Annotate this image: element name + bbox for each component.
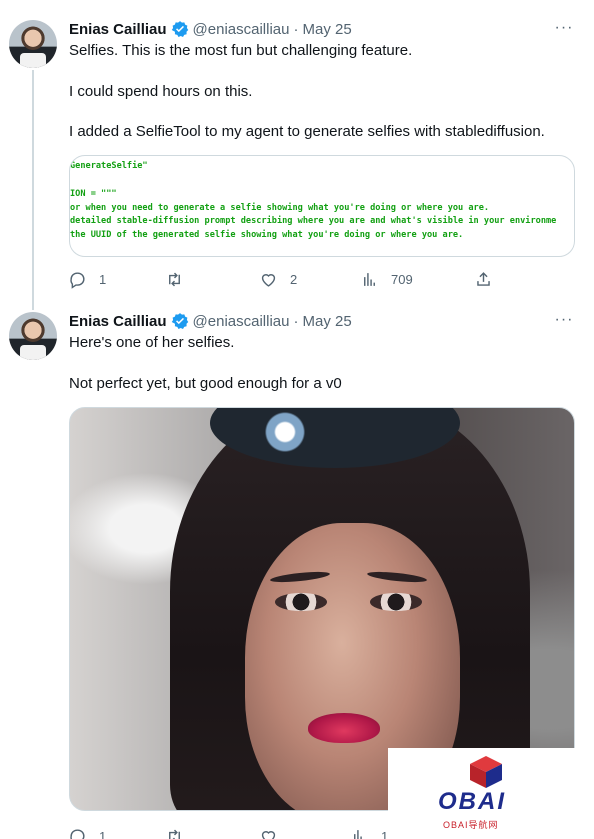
tweet-date[interactable]: May 25	[303, 313, 352, 330]
verified-badge-icon	[171, 313, 188, 329]
reply-icon	[70, 271, 85, 289]
views-icon	[364, 272, 375, 286]
image-eye	[370, 593, 422, 611]
like-button[interactable]	[259, 824, 290, 839]
author-name[interactable]: Enias Cailliau	[69, 313, 167, 330]
share-button[interactable]	[474, 267, 493, 291]
tweet-text-line: I added a SelfieTool to my agent to gene…	[69, 123, 545, 140]
code-line: GenerateSelfie"	[70, 161, 148, 171]
reply-button[interactable]: 1	[68, 824, 106, 839]
views-count: 709	[391, 271, 413, 287]
tweet-date[interactable]: May 25	[303, 21, 352, 38]
author-handle[interactable]: @eniascailliau	[193, 313, 290, 330]
retweet-icon	[169, 829, 180, 839]
tweet-text-line: Here's one of her selfies.	[69, 334, 235, 351]
reply-count: 1	[99, 828, 107, 839]
site-watermark: OBAI OBAI导航网	[388, 748, 594, 839]
code-line: ION = """	[70, 189, 117, 199]
tweet-text-line: I could spend hours on this.	[69, 83, 253, 100]
code-line: or when you need to generate a selfie sh…	[70, 203, 490, 213]
code-line: detailed stable-diffusion prompt describ…	[70, 216, 557, 226]
tweet-header: Enias Cailliau @eniascailliau · May 25	[69, 311, 352, 331]
tweet-text-line: Selfies. This is the most fun but challe…	[69, 42, 413, 59]
avatar[interactable]	[9, 312, 57, 360]
cube-logo-icon	[470, 756, 502, 788]
like-button[interactable]: 2	[259, 267, 297, 291]
image-lips	[308, 713, 380, 743]
more-icon[interactable]: ···	[554, 310, 574, 330]
tweet-text-line: Not perfect yet, but good enough for a v…	[69, 375, 342, 392]
like-icon	[261, 830, 276, 839]
separator-dot: ·	[293, 312, 299, 330]
watermark-sub-text: OBAI导航网	[443, 820, 499, 830]
separator-dot: ·	[293, 20, 299, 38]
author-name[interactable]: Enias Cailliau	[69, 21, 167, 38]
like-icon	[261, 273, 276, 287]
code-line: the UUID of the generated selfie showing…	[70, 230, 464, 240]
views-icon	[354, 829, 362, 839]
retweet-button[interactable]	[165, 824, 196, 839]
views-button[interactable]: 1	[350, 824, 388, 839]
retweet-button[interactable]	[165, 267, 196, 291]
watermark-logo-text: OBAI	[438, 788, 506, 815]
reply-button[interactable]: 1	[68, 267, 106, 291]
share-icon	[477, 271, 490, 286]
image-eye	[275, 593, 327, 611]
more-icon[interactable]: ···	[554, 18, 574, 38]
tweet-header: Enias Cailliau @eniascailliau · May 25	[69, 19, 352, 39]
tweet-1[interactable]: Enias Cailliau @eniascailliau · May 25 ·…	[0, 0, 594, 300]
code-screenshot-image[interactable]: GenerateSelfie" ION = """ or when you ne…	[69, 155, 575, 257]
views-button[interactable]: 709	[360, 267, 413, 291]
tweet-actions: 1 2 709	[62, 267, 512, 291]
retweet-icon	[169, 272, 180, 286]
verified-badge-icon	[171, 21, 188, 37]
avatar[interactable]	[9, 20, 57, 68]
like-count: 2	[290, 271, 298, 287]
author-handle[interactable]: @eniascailliau	[193, 21, 290, 38]
reply-icon	[70, 828, 85, 839]
reply-count: 1	[99, 271, 107, 287]
